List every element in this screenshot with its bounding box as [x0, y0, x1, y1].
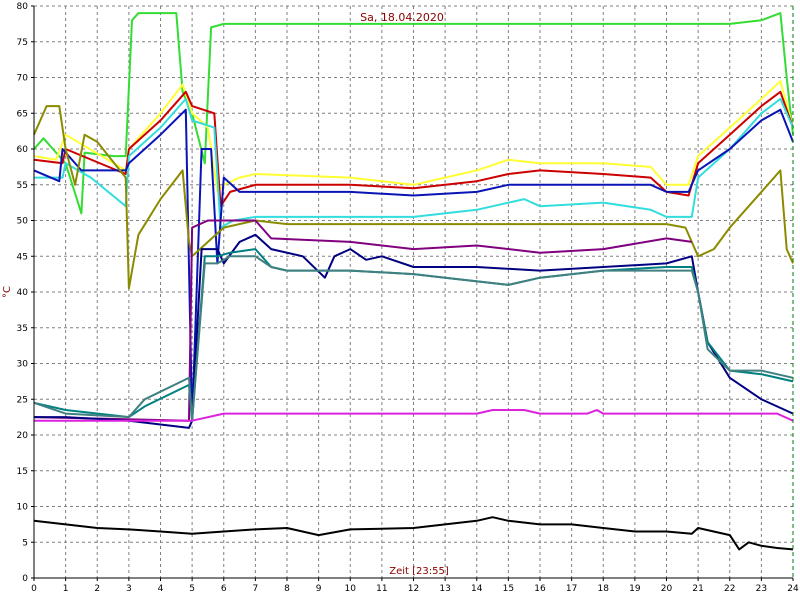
y-tick-label: 70 [17, 74, 29, 84]
x-tick-label: 9 [316, 584, 322, 594]
y-tick-label: 55 [17, 181, 28, 191]
x-tick-label: 0 [31, 584, 37, 594]
y-tick-label: 75 [17, 38, 28, 48]
x-tick-label: 19 [629, 584, 641, 594]
y-tick-label: 60 [17, 145, 29, 155]
y-tick-label: 5 [22, 538, 28, 548]
x-tick-label: 6 [221, 584, 227, 594]
y-tick-label: 20 [17, 431, 29, 441]
y-tick-label: 40 [17, 288, 29, 298]
y-tick-label: 30 [17, 360, 29, 370]
y-tick-label: 65 [17, 109, 28, 119]
x-tick-label: 5 [189, 584, 195, 594]
x-tick-label: 11 [376, 584, 387, 594]
x-tick-label: 12 [408, 584, 419, 594]
y-axis-label: °C [2, 286, 13, 298]
y-tick-label: 0 [22, 574, 28, 584]
x-tick-label: 1 [63, 584, 69, 594]
x-tick-label: 7 [253, 584, 259, 594]
temperature-chart: 0 1 2 3 4 5 6 7 8 9 10 11 12 13 14 15 16 17 18 19 20 21 22 23 24… [0, 0, 800, 600]
chart-title: Sa, 18.04.2020 [360, 11, 444, 24]
y-tick-label: 80 [17, 2, 29, 12]
y-tick-label: 50 [17, 217, 29, 227]
x-tick-label: 23 [756, 584, 767, 594]
y-tick-label: 10 [17, 503, 29, 513]
x-tick-label: 15 [503, 584, 514, 594]
x-tick-label: 16 [534, 584, 546, 594]
x-tick-label: 4 [158, 584, 164, 594]
y-tick-label: 15 [17, 467, 28, 477]
chart-background [0, 0, 800, 600]
x-tick-label: 10 [345, 584, 357, 594]
x-tick-label: 21 [692, 584, 703, 594]
x-tick-label: 22 [724, 584, 735, 594]
x-tick-label: 14 [471, 584, 483, 594]
x-tick-label: 3 [126, 584, 132, 594]
x-tick-label: 8 [284, 584, 290, 594]
y-tick-label: 25 [17, 395, 28, 405]
y-tick-label: 45 [17, 252, 28, 262]
chart-container: 0 1 2 3 4 5 6 7 8 9 10 11 12 13 14 15 16 17 18 19 20 21 22 23 24… [0, 0, 800, 600]
x-tick-label: 24 [787, 584, 799, 594]
x-axis-label: Zeit [23:55] [389, 566, 449, 577]
y-tick-label: 35 [17, 324, 28, 334]
x-tick-label: 2 [94, 584, 100, 594]
x-tick-label: 20 [661, 584, 673, 594]
x-tick-label: 17 [566, 584, 577, 594]
x-tick-label: 13 [439, 584, 450, 594]
x-tick-label: 18 [598, 584, 610, 594]
